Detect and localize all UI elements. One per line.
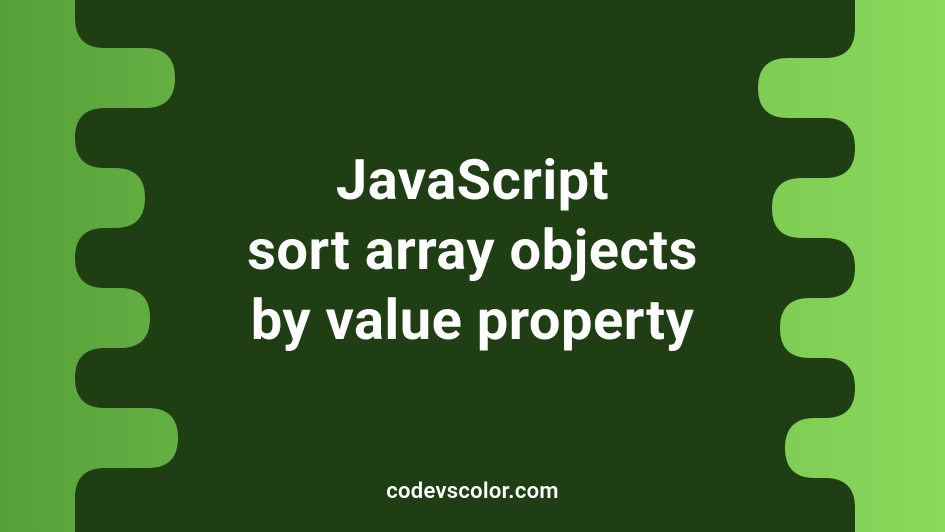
title-line-2: sort array objects xyxy=(0,215,945,285)
title-line-3: by value property xyxy=(0,285,945,355)
title-line-1: JavaScript xyxy=(0,145,945,215)
credit-text: codevscolor.com xyxy=(0,479,945,504)
hero-banner: JavaScript sort array objects by value p… xyxy=(0,0,945,532)
banner-title: JavaScript sort array objects by value p… xyxy=(0,145,945,355)
